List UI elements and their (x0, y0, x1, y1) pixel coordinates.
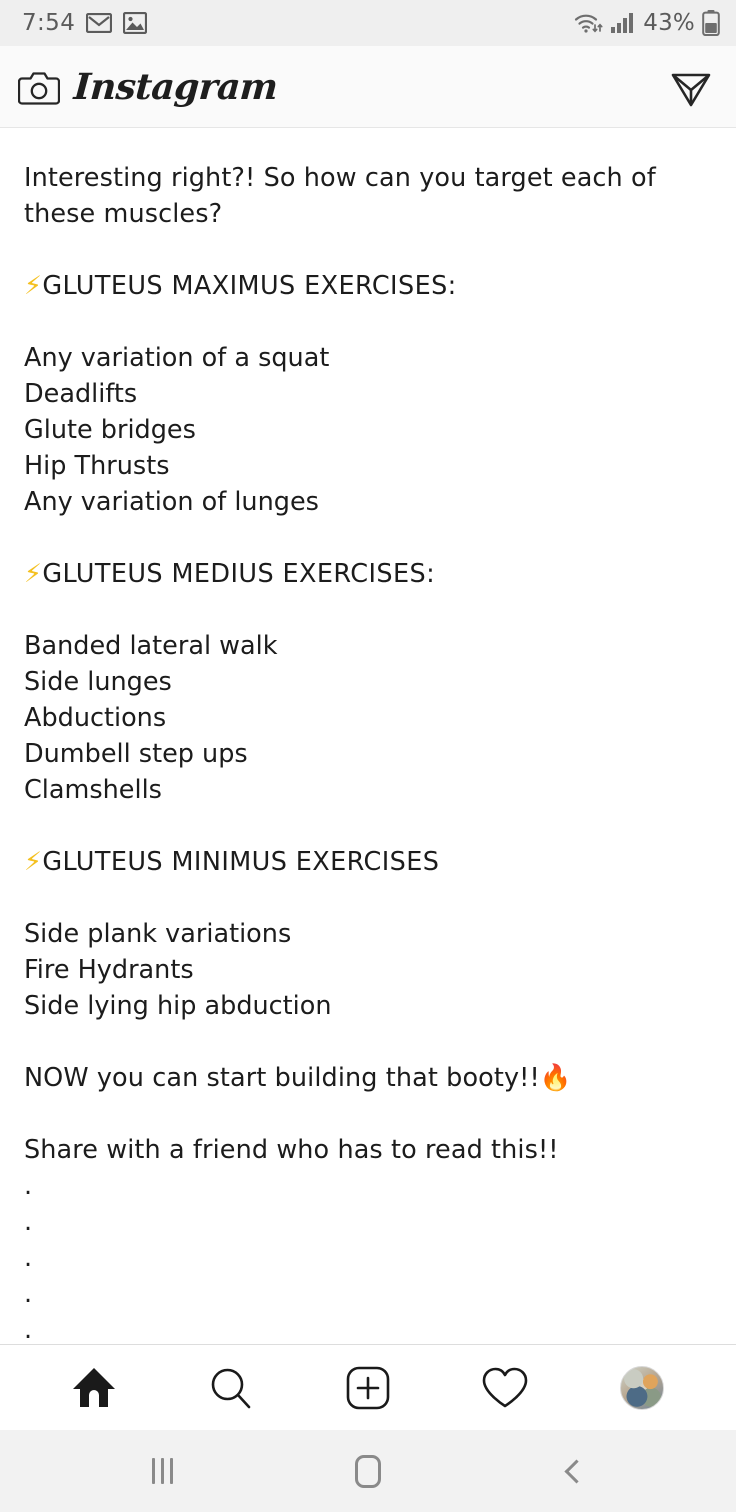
phone-screen: 7:54 43% Instagram Interesting right?! S… (0, 0, 736, 1512)
back-button[interactable] (528, 1441, 618, 1501)
section-heading-text: GLUTEUS MEDIUS EXERCISES: (42, 559, 436, 589)
recents-button[interactable] (118, 1441, 208, 1501)
battery-icon (702, 10, 720, 36)
section-heading-text: GLUTEUS MINIMUS EXERCISES (42, 847, 440, 877)
paper-plane-icon[interactable] (668, 64, 714, 110)
list-item: Glute bridges (24, 415, 196, 445)
list-item: Side lying hip abduction (24, 991, 332, 1021)
app-header-left: Instagram (18, 65, 279, 108)
trailing-dot: . (24, 1171, 33, 1201)
status-bar-right: 43% (573, 10, 720, 36)
tab-home[interactable] (57, 1358, 131, 1418)
section-heading-gluteus-minimus: ⚡GLUTEUS MINIMUS EXERCISES (24, 844, 712, 880)
share-line: Share with a friend who has to read this… (24, 1135, 559, 1165)
lightning-bolt-icon: ⚡ (24, 847, 43, 877)
cellular-signal-icon (610, 12, 636, 34)
home-icon (71, 1366, 117, 1410)
tab-create[interactable] (331, 1358, 405, 1418)
avatar (619, 1365, 664, 1410)
tab-profile[interactable] (605, 1358, 679, 1418)
status-bar-left: 7:54 (22, 10, 148, 36)
list-item: Any variation of lunges (24, 487, 319, 517)
camera-icon[interactable] (18, 68, 60, 106)
back-icon (564, 1458, 589, 1484)
section-heading-gluteus-medius: ⚡GLUTEUS MEDIUS EXERCISES: (24, 556, 712, 592)
list-item: Hip Thrusts (24, 451, 170, 481)
list-item: Dumbell step ups (24, 739, 248, 769)
list-item: Side lunges (24, 667, 172, 697)
instagram-tab-bar (0, 1344, 736, 1430)
battery-percent-label: 43% (643, 10, 695, 36)
plus-square-icon (345, 1365, 391, 1411)
closing-line: NOW you can start building that booty!!🔥 (24, 1060, 712, 1096)
list-item: Fire Hydrants (24, 955, 194, 985)
post-caption-body: Interesting right?! So how can you targe… (0, 128, 736, 1344)
instagram-app-header: Instagram (0, 46, 736, 128)
caption-intro: Interesting right?! So how can you targe… (24, 163, 656, 229)
tab-activity[interactable] (468, 1358, 542, 1418)
lightning-bolt-icon: ⚡ (24, 559, 43, 589)
list-item: Abductions (24, 703, 167, 733)
gmail-icon (86, 13, 113, 33)
section-heading-text: GLUTEUS MAXIMUS EXERCISES: (42, 271, 457, 301)
trailing-dot: . (24, 1207, 33, 1237)
heart-icon (481, 1366, 529, 1410)
trailing-dot: . (24, 1315, 33, 1344)
list-item: Side plank variations (24, 919, 292, 949)
closing-line-text: NOW you can start building that booty!! (24, 1063, 540, 1093)
tab-search[interactable] (194, 1358, 268, 1418)
recents-icon (152, 1458, 174, 1484)
home-button[interactable] (323, 1441, 413, 1501)
android-system-nav (0, 1430, 736, 1512)
trailing-dot: . (24, 1243, 33, 1273)
list-item: Banded lateral walk (24, 631, 278, 661)
home-icon (354, 1454, 381, 1488)
list-item: Clamshells (24, 775, 162, 805)
lightning-bolt-icon: ⚡ (24, 271, 43, 301)
status-bar-clock: 7:54 (22, 10, 76, 36)
photos-icon (123, 12, 148, 34)
fire-icon: 🔥 (539, 1063, 572, 1093)
list-item: Deadlifts (24, 379, 138, 409)
wifi-icon (573, 11, 603, 35)
list-item: Any variation of a squat (24, 343, 330, 373)
trailing-dot: . (24, 1279, 33, 1309)
status-bar: 7:54 43% (0, 0, 736, 46)
instagram-wordmark: Instagram (72, 65, 279, 108)
section-heading-gluteus-maximus: ⚡GLUTEUS MAXIMUS EXERCISES: (24, 268, 712, 304)
search-icon (208, 1365, 254, 1411)
